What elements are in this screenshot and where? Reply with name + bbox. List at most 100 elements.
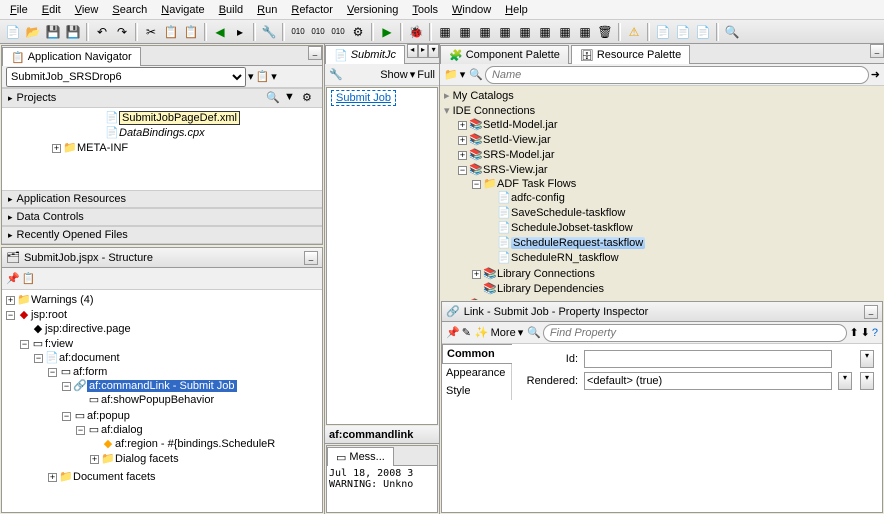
proj-tool3-icon[interactable]: ⚙ bbox=[302, 91, 316, 105]
tree-fview[interactable]: −▭f:view −📄af:document −▭af:form −🔗af:co… bbox=[20, 336, 320, 486]
more-dropdown-icon[interactable]: ▾ bbox=[518, 326, 524, 339]
menu-refactor[interactable]: Refactor bbox=[285, 2, 339, 17]
menu-versioning[interactable]: Versioning bbox=[341, 2, 404, 17]
tree-libconn[interactable]: +📚Library Connections bbox=[472, 266, 882, 281]
palette-dropdown-icon[interactable]: ▾ bbox=[460, 68, 466, 81]
appnav-minimize[interactable]: _ bbox=[308, 46, 322, 60]
inspector-up-icon[interactable]: ⬆ bbox=[849, 326, 858, 339]
tree-schedulejobset[interactable]: 📄ScheduleJobset-taskflow bbox=[486, 220, 882, 235]
inspector-help-icon[interactable]: ? bbox=[872, 327, 878, 339]
saveall-icon[interactable]: 💾 bbox=[64, 23, 82, 41]
tree-afdocument[interactable]: −📄af:document −▭af:form −🔗af:commandLink… bbox=[34, 350, 320, 485]
inspector-edit-icon[interactable]: ✎ bbox=[462, 326, 471, 339]
menu-window[interactable]: Window bbox=[446, 2, 497, 17]
debug-icon[interactable]: 🐞 bbox=[407, 23, 425, 41]
show-dropdown-icon[interactable]: ▾ bbox=[410, 68, 416, 81]
tree-saveschedule[interactable]: 📄SaveSchedule-taskflow bbox=[486, 205, 882, 220]
db8-icon[interactable]: ▦ bbox=[576, 23, 594, 41]
tree-popupbehavior[interactable]: ▭af:showPopupBehavior bbox=[76, 392, 320, 407]
tab-style[interactable]: Style bbox=[442, 382, 512, 400]
tree-ideconnections[interactable]: ▾ IDE Connections +📚SetId-Model.jar +📚Se… bbox=[444, 103, 882, 300]
forward-icon[interactable]: ▸ bbox=[231, 23, 249, 41]
binoculars-icon[interactable]: 🔍 bbox=[469, 68, 483, 81]
db2-icon[interactable]: ▦ bbox=[456, 23, 474, 41]
tree-jsproot[interactable]: −◆jsp:root ◆jsp:directive.page −▭f:view … bbox=[6, 307, 320, 487]
ext3-icon[interactable]: 📄 bbox=[694, 23, 712, 41]
save-icon[interactable]: 💾 bbox=[44, 23, 62, 41]
ext1-icon[interactable]: 📄 bbox=[654, 23, 672, 41]
canvas-commandlink[interactable]: Submit Job bbox=[331, 90, 396, 106]
menu-run[interactable]: Run bbox=[251, 2, 283, 17]
db5-icon[interactable]: ▦ bbox=[516, 23, 534, 41]
paste-icon[interactable]: 📋 bbox=[182, 23, 200, 41]
menu-view[interactable]: View bbox=[69, 2, 105, 17]
cut-icon[interactable]: ✂ bbox=[142, 23, 160, 41]
file-databindings[interactable]: 📄DataBindings.cpx bbox=[94, 125, 320, 140]
project-selector[interactable]: SubmitJob_SRSDrop6 bbox=[6, 67, 246, 87]
structure-minimize[interactable]: _ bbox=[304, 251, 318, 265]
warning-icon[interactable]: ⚠ bbox=[625, 23, 643, 41]
tool-icon[interactable]: 🔧 bbox=[260, 23, 278, 41]
tree-afpopup[interactable]: −▭af:popup −▭af:dialog ◆af:region - #{bi… bbox=[62, 408, 320, 468]
run-icon[interactable]: ▶ bbox=[378, 23, 396, 41]
palette-folder-icon[interactable]: 📁 bbox=[444, 68, 458, 81]
tree-afregion[interactable]: ◆af:region - #{bindings.ScheduleR bbox=[90, 436, 320, 451]
component-palette-tab[interactable]: 🧩 Component Palette bbox=[440, 45, 569, 64]
tree-warnings[interactable]: +📁Warnings (4) bbox=[6, 292, 320, 307]
db1-icon[interactable]: ▦ bbox=[436, 23, 454, 41]
redo-icon[interactable]: ↷ bbox=[113, 23, 131, 41]
proj-tool2-icon[interactable]: ▼ bbox=[284, 91, 298, 105]
tree-directive[interactable]: ◆jsp:directive.page bbox=[20, 321, 320, 336]
copy-icon[interactable]: 📋 bbox=[162, 23, 180, 41]
menu-file[interactable]: File bbox=[4, 2, 34, 17]
tree-commandlink[interactable]: −🔗af:commandLink - Submit Job ▭af:showPo… bbox=[62, 378, 320, 408]
inspector-pin-icon[interactable]: 📌 bbox=[446, 326, 460, 339]
rendered-menu-icon[interactable]: ▾ bbox=[860, 372, 874, 390]
editor-tab[interactable]: 📄 SubmitJc bbox=[325, 45, 405, 64]
tree-dialogfacets[interactable]: +📁Dialog facets bbox=[90, 451, 320, 466]
acc-datacontrols[interactable]: Data Controls bbox=[2, 208, 322, 226]
db6-icon[interactable]: ▦ bbox=[536, 23, 554, 41]
projects-header[interactable]: Projects 🔍 ▼ ⚙ bbox=[2, 88, 322, 108]
db4-icon[interactable]: ▦ bbox=[496, 23, 514, 41]
binary2-icon[interactable]: 010 bbox=[309, 23, 327, 41]
tree-schedulern[interactable]: 📄ScheduleRN_taskflow bbox=[486, 250, 882, 265]
menu-navigate[interactable]: Navigate bbox=[155, 2, 210, 17]
binary3-icon[interactable]: 010 bbox=[329, 23, 347, 41]
full-label[interactable]: Full bbox=[417, 69, 435, 81]
tree-afdialog[interactable]: −▭af:dialog ◆af:region - #{bindings.Sche… bbox=[76, 422, 320, 467]
inspector-more[interactable]: More bbox=[491, 327, 516, 339]
undo-icon[interactable]: ↶ bbox=[93, 23, 111, 41]
struct-tool-icon[interactable]: 📋 bbox=[22, 272, 36, 285]
project-config-icon[interactable]: 📋 bbox=[256, 70, 270, 83]
rendered-field[interactable] bbox=[584, 372, 832, 390]
acc-recentfiles[interactable]: Recently Opened Files bbox=[2, 226, 322, 244]
editor-breadcrumb[interactable]: af:commandlink bbox=[325, 426, 439, 444]
tab-appearance[interactable]: Appearance bbox=[442, 364, 512, 382]
editor-nav-right[interactable]: ▸ bbox=[418, 44, 429, 58]
palette-search[interactable] bbox=[485, 66, 869, 84]
tree-adftaskflows[interactable]: −📁ADF Task Flows 📄adfc-config 📄SaveSched… bbox=[472, 176, 882, 266]
tree-setidview[interactable]: +📚SetId-View.jar bbox=[458, 132, 882, 147]
menu-tools[interactable]: Tools bbox=[406, 2, 444, 17]
tree-srsmodel[interactable]: +📚SRS-Model.jar bbox=[458, 147, 882, 162]
find-icon[interactable]: 🔍 bbox=[723, 23, 741, 41]
proj-tool1-icon[interactable]: 🔍 bbox=[266, 91, 280, 105]
appnav-tab[interactable]: 📋 Application Navigator bbox=[2, 47, 141, 66]
tree-libdep[interactable]: 📚Library Dependencies bbox=[472, 281, 882, 296]
project-menu-icon[interactable]: ▾ bbox=[271, 70, 277, 83]
gear-icon[interactable]: ⚙ bbox=[349, 23, 367, 41]
search-go-icon[interactable]: ➜ bbox=[871, 68, 880, 81]
folder-metainf[interactable]: +📁META-INF bbox=[52, 140, 320, 155]
menu-help[interactable]: Help bbox=[499, 2, 534, 17]
acc-appresources[interactable]: Application Resources bbox=[2, 190, 322, 208]
inspector-minimize[interactable]: _ bbox=[864, 305, 878, 319]
back-icon[interactable]: ◀ bbox=[211, 23, 229, 41]
resource-palette-tab[interactable]: 🗄 Resource Palette bbox=[571, 45, 690, 64]
binary-icon[interactable]: 010 bbox=[289, 23, 307, 41]
id-menu-icon[interactable]: ▾ bbox=[860, 350, 874, 368]
inspector-wand-icon[interactable]: ✨ bbox=[475, 326, 489, 339]
db7-icon[interactable]: ▦ bbox=[556, 23, 574, 41]
trash-icon[interactable]: 🗑 bbox=[596, 23, 614, 41]
tree-taxmodel[interactable]: +📚Taxonomy-Model.jar bbox=[458, 297, 882, 300]
